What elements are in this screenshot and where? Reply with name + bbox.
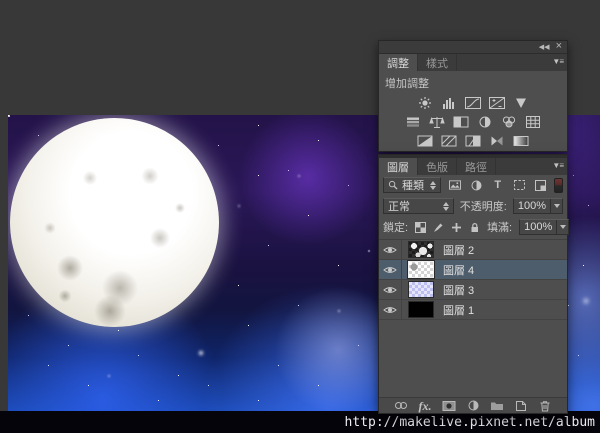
opacity-dropdown-icon[interactable]	[550, 199, 562, 213]
layer-filter-toggle[interactable]	[554, 177, 564, 193]
visibility-toggle[interactable]	[379, 300, 402, 319]
layer-thumbnail[interactable]	[408, 261, 434, 278]
filter-kind-value: 種類	[402, 180, 424, 192]
fill-dropdown-icon[interactable]	[556, 220, 568, 234]
panel-menu-icon[interactable]: ▼≡	[552, 57, 564, 66]
blend-mode-value: 正常	[388, 201, 410, 213]
lock-all-icon[interactable]	[469, 220, 480, 234]
visibility-toggle[interactable]	[379, 260, 402, 279]
lock-transparency-icon[interactable]	[415, 220, 427, 234]
opacity-value[interactable]: 100%	[514, 200, 550, 212]
brightness-contrast-icon[interactable]	[416, 96, 434, 110]
visibility-toggle[interactable]	[379, 240, 402, 259]
layer-name[interactable]: 圖層 4	[443, 262, 474, 278]
eye-icon	[383, 286, 397, 293]
channel-mixer-icon[interactable]	[500, 115, 518, 129]
posterize-icon[interactable]	[440, 134, 458, 148]
filter-adjustment-layers-icon[interactable]	[469, 178, 484, 192]
watermark-strip: http://makelive.pixnet.net/album	[0, 411, 600, 433]
levels-icon[interactable]	[440, 96, 458, 110]
link-layers-icon[interactable]	[394, 399, 409, 412]
tab-styles[interactable]: 樣式	[418, 54, 457, 71]
watermark-url: http://makelive.pixnet.net/album	[344, 414, 595, 430]
layers-panel: 圖層 色版 路徑 ▼≡ 種類 T 正常 不透明度: 100% 鎖定: 填滿: 1…	[378, 154, 570, 414]
eye-icon	[383, 306, 397, 313]
eye-icon	[383, 246, 397, 253]
filter-shape-layers-icon[interactable]	[511, 178, 526, 192]
blend-mode-row: 正常 不透明度: 100%	[379, 195, 567, 216]
layer-name[interactable]: 圖層 2	[443, 242, 474, 258]
filter-smart-object-icon[interactable]	[533, 178, 548, 192]
moon-image	[10, 118, 219, 327]
threshold-icon[interactable]	[464, 134, 482, 148]
visibility-toggle[interactable]	[379, 280, 402, 299]
tab-paths[interactable]: 路徑	[457, 158, 496, 175]
opacity-field[interactable]: 100%	[512, 198, 563, 214]
gradient-map-icon[interactable]	[512, 134, 530, 148]
close-panel-icon[interactable]: ×	[556, 40, 562, 52]
delete-layer-icon[interactable]	[538, 399, 553, 412]
layer-list-empty-area	[379, 320, 567, 397]
invert-icon[interactable]	[416, 134, 434, 148]
layer-row-3[interactable]: 圖層 3	[379, 280, 567, 300]
eye-icon	[383, 266, 397, 273]
fill-value[interactable]: 100%	[520, 221, 556, 233]
layers-footer-bar: fx.	[379, 397, 567, 413]
vibrance-icon[interactable]	[512, 96, 530, 110]
color-lookup-icon[interactable]	[524, 115, 542, 129]
layer-filter-row: 種類 T	[379, 175, 567, 195]
layers-panel-menu-icon[interactable]: ▼≡	[552, 161, 564, 170]
adjustments-panel: ◀◀ × 調整 樣式 ▼≡ 增加調整	[378, 40, 568, 152]
lock-position-icon[interactable]	[451, 220, 462, 234]
layer-thumbnail[interactable]	[408, 301, 434, 318]
filter-pixel-layers-icon[interactable]	[447, 178, 462, 192]
black-white-icon[interactable]	[452, 115, 470, 129]
lock-label: 鎖定:	[383, 222, 409, 234]
layer-row-1[interactable]: 圖層 1	[379, 300, 567, 320]
add-adjustment-label: 增加調整	[385, 78, 429, 90]
exposure-icon[interactable]	[488, 96, 506, 110]
opacity-label: 不透明度:	[459, 201, 507, 213]
hue-saturation-icon[interactable]	[404, 115, 422, 129]
fill-label: 填滿:	[487, 222, 513, 234]
tab-layers[interactable]: 圖層	[379, 158, 418, 175]
curves-icon[interactable]	[464, 96, 482, 110]
adjustment-icons-row-3	[379, 131, 567, 150]
adjustment-icons-row-2	[379, 112, 567, 131]
filter-kind-select[interactable]: 種類	[383, 177, 442, 193]
lock-paint-icon[interactable]	[433, 220, 444, 234]
filter-type-layers-icon[interactable]: T	[490, 178, 505, 192]
layer-list: 圖層 2 圖層 4 圖層 3 圖層 1	[379, 239, 567, 320]
new-adjustment-layer-icon[interactable]	[466, 399, 481, 412]
adjustments-panel-titlebar[interactable]: ◀◀ ×	[379, 40, 567, 54]
layer-name[interactable]: 圖層 3	[443, 282, 474, 298]
new-layer-icon[interactable]	[514, 399, 529, 412]
lock-row: 鎖定: 填滿: 100%	[379, 216, 570, 239]
new-group-icon[interactable]	[490, 399, 505, 412]
layer-style-icon[interactable]: fx.	[418, 399, 433, 412]
fill-field[interactable]: 100%	[519, 219, 570, 235]
collapse-panel-icon[interactable]: ◀◀	[539, 44, 550, 51]
blend-mode-select[interactable]: 正常	[383, 198, 454, 214]
adjustment-icons-row-1	[379, 93, 567, 112]
photo-filter-icon[interactable]	[476, 115, 494, 129]
add-layer-mask-icon[interactable]	[442, 399, 457, 412]
layer-row-4-selected[interactable]: 圖層 4	[379, 260, 567, 280]
select-arrows-icon	[430, 180, 437, 190]
layer-thumbnail[interactable]	[408, 281, 434, 298]
selective-color-icon[interactable]	[488, 134, 506, 148]
starfield-bright	[8, 115, 10, 117]
layer-row-2[interactable]: 圖層 2	[379, 240, 567, 260]
search-icon	[388, 180, 398, 190]
select-arrows-icon	[442, 201, 449, 211]
layer-name[interactable]: 圖層 1	[443, 302, 474, 318]
layers-tab-bar: 圖層 色版 路徑 ▼≡	[379, 158, 567, 175]
photoshop-workspace: http://makelive.pixnet.net/album ◀◀ × 調整…	[0, 0, 600, 433]
tab-channels[interactable]: 色版	[418, 158, 457, 175]
tab-adjustments[interactable]: 調整	[379, 54, 418, 71]
adjustments-tab-bar: 調整 樣式 ▼≡	[379, 54, 567, 71]
color-balance-icon[interactable]	[428, 115, 446, 129]
layer-thumbnail[interactable]	[408, 241, 434, 258]
